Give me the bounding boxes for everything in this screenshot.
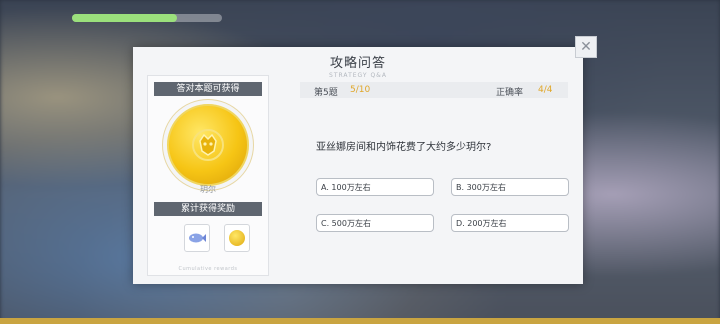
quiz-status-bar: 第5题 5/10 正确率 4/4 <box>300 82 568 98</box>
gold-coin-small-icon <box>229 230 245 246</box>
coin-emblem-icon <box>192 129 224 161</box>
cumulative-caption: Cumulative rewards <box>178 266 238 272</box>
hud-health-bar <box>72 14 222 22</box>
hud-health-fill <box>72 14 177 22</box>
blue-fish-item-icon <box>189 233 206 243</box>
accuracy-value: 4/4 <box>538 85 553 95</box>
accuracy-label: 正确率 <box>496 88 524 98</box>
question-text: 亚丝娜房间和内饰花费了大约多少玥尔? <box>316 142 492 153</box>
question-number-label: 第5题 <box>314 88 338 98</box>
option-a[interactable]: A. 100万左右 <box>316 178 434 196</box>
bottom-accent-bar <box>0 318 720 324</box>
reward-items <box>184 224 250 252</box>
reward-item-fish[interactable] <box>184 224 210 252</box>
option-d[interactable]: D. 200万左右 <box>451 214 569 232</box>
dialog-title: 攻略问答 <box>329 56 386 71</box>
reward-panel: 答对本题可获得 玥尔 累计获得奖励 Cumulative rewards <box>147 75 269 276</box>
coin-caption: 玥尔 <box>200 185 216 194</box>
gold-coin-icon <box>167 104 249 186</box>
question-progress: 5/10 <box>350 85 371 95</box>
cumulative-header: 累计获得奖励 <box>154 202 262 216</box>
reward-header: 答对本题可获得 <box>154 82 262 96</box>
option-b[interactable]: B. 300万左右 <box>451 178 569 196</box>
option-c[interactable]: C. 500万左右 <box>316 214 434 232</box>
reward-item-coin[interactable] <box>224 224 250 252</box>
